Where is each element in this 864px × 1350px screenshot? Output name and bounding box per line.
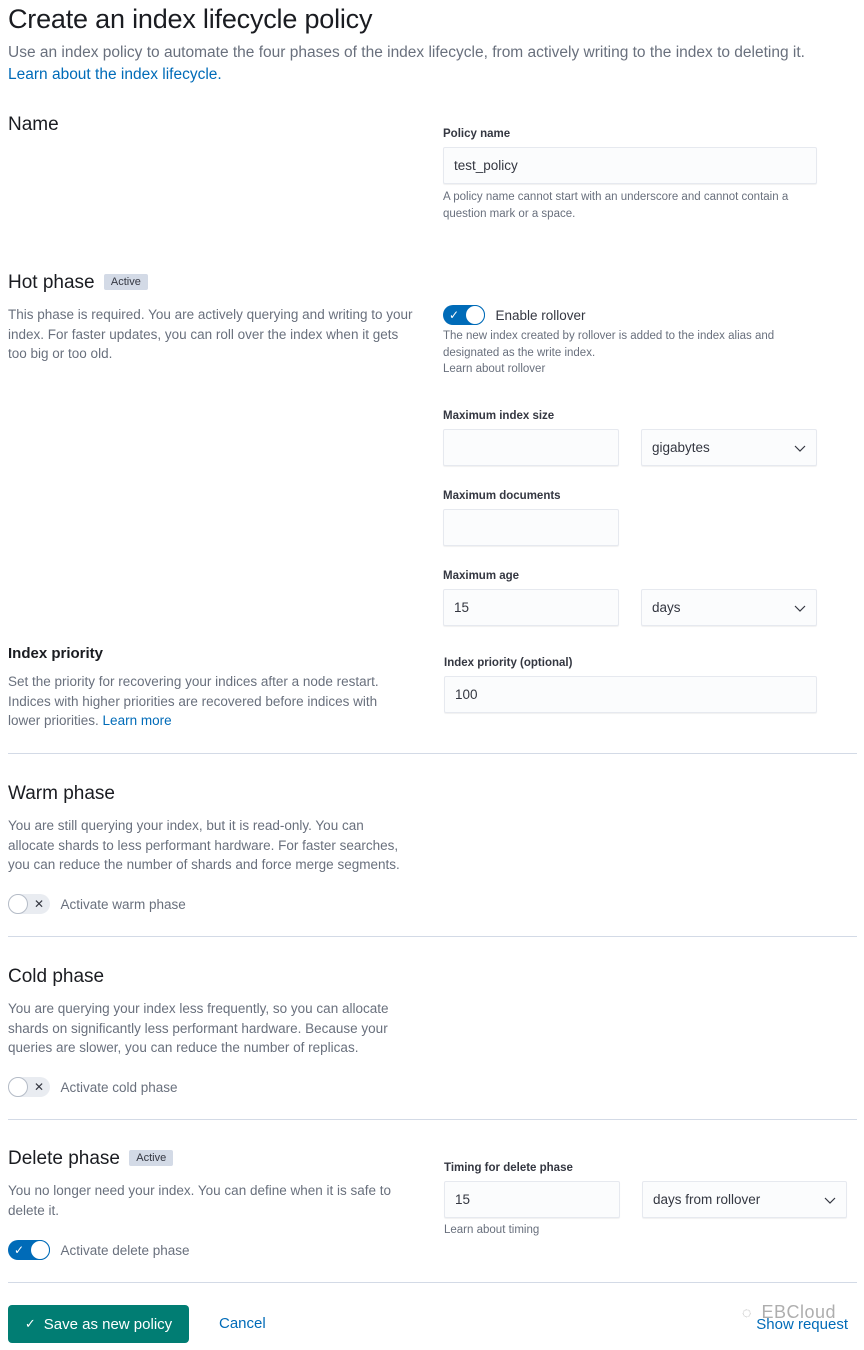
enable-rollover-switch[interactable]: ✓ Enable rollover [443,305,586,325]
delete-timing-label: Timing for delete phase [444,1162,573,1174]
delete-phase-toggle[interactable]: ✓ [8,1240,50,1260]
activate-delete-phase-switch[interactable]: ✓ Activate delete phase [8,1240,190,1260]
toggle-knob [465,305,485,325]
index-priority-input[interactable]: 100 [444,676,817,713]
max-age-unit-value: days [652,600,681,615]
section-divider [8,1282,857,1283]
hot-phase-description: This phase is required. You are actively… [8,307,413,361]
index-priority-title: Index priority [8,645,104,662]
section-divider [8,753,857,754]
activate-warm-phase-switch[interactable]: ✕ Activate warm phase [8,894,186,914]
wechat-icon: ◌ [741,1305,752,1322]
activate-cold-phase-switch[interactable]: ✕ Activate cold phase [8,1077,178,1097]
policy-name-help: A policy name cannot start with an under… [443,191,789,220]
cold-phase-description: You are querying your index less frequen… [8,1001,389,1055]
cross-icon: ✕ [33,1080,44,1094]
delete-timing-unit-select[interactable]: days from rollover [642,1181,847,1218]
max-index-size-unit-value: gigabytes [652,440,710,455]
delete-phase-toggle-label: Activate delete phase [60,1242,190,1258]
page-title: Create an index lifecycle policy [8,4,373,34]
max-age-label: Maximum age [443,570,520,582]
max-index-size-unit-select[interactable]: gigabytes [641,429,817,466]
toggle-knob [8,894,28,914]
toggle-knob [8,1077,28,1097]
max-documents-input[interactable] [443,509,619,546]
delete-phase-description: You no longer need your index. You can d… [8,1183,392,1218]
warm-phase-toggle[interactable]: ✕ [8,894,50,914]
chevron-down-icon [794,445,806,452]
max-age-unit-select[interactable]: days [641,589,817,626]
hot-phase-heading: Hot phase Active [8,272,148,294]
cross-icon: ✕ [33,897,44,911]
rollover-label: Enable rollover [495,307,586,323]
index-priority-description: Set the priority for recovering your ind… [8,672,413,731]
chevron-down-icon [824,1197,836,1204]
warm-phase-title: Warm phase [8,783,115,804]
name-section-title: Name [8,114,59,135]
delete-phase-title: Delete phase [8,1148,120,1169]
index-priority-label: Index priority (optional) [444,657,573,669]
save-as-new-policy-button[interactable]: ✓ Save as new policy [8,1305,189,1343]
chevron-down-icon [794,605,806,612]
learn-timing-link[interactable]: Learn about timing [444,1222,539,1239]
check-icon: ✓ [24,1316,36,1331]
check-icon: ✓ [14,1243,25,1257]
page-description: Use an index policy to automate the four… [8,42,858,86]
section-divider [8,936,857,937]
delete-timing-input[interactable]: 15 [444,1181,620,1218]
delete-phase-heading: Delete phase Active [8,1148,174,1170]
cancel-button[interactable]: Cancel [219,1315,266,1332]
index-priority-description-text: Set the priority for recovering your ind… [8,674,379,728]
learn-lifecycle-link[interactable]: Learn about the index lifecycle. [8,64,858,86]
warm-phase-toggle-label: Activate warm phase [60,896,186,912]
max-index-size-label: Maximum index size [443,410,555,422]
page-description-text: Use an index policy to automate the four… [8,44,805,61]
cold-phase-toggle[interactable]: ✕ [8,1077,50,1097]
delete-timing-unit-value: days from rollover [653,1192,761,1207]
max-age-input[interactable]: 15 [443,589,619,626]
show-request-link[interactable]: Show request [756,1316,848,1333]
max-documents-label: Maximum documents [443,490,561,502]
policy-name-label: Policy name [443,128,511,140]
rollover-help: The new index created by rollover is add… [443,330,775,359]
warm-phase-description: You are still querying your index, but i… [8,818,400,872]
delete-phase-active-badge: Active [129,1150,174,1166]
save-button-label: Save as new policy [43,1315,173,1333]
cold-phase-toggle-label: Activate cold phase [60,1079,178,1095]
toggle-knob [30,1240,50,1260]
learn-rollover-link[interactable]: Learn about rollover [443,361,545,378]
hot-phase-active-badge: Active [103,274,148,290]
index-priority-learn-more-link[interactable]: Learn more [103,713,172,728]
cold-phase-title: Cold phase [8,966,105,987]
max-index-size-input[interactable] [443,429,619,466]
rollover-toggle[interactable]: ✓ [443,305,485,325]
policy-name-input[interactable]: test_policy [443,147,817,184]
check-icon: ✓ [449,308,460,322]
hot-phase-title: Hot phase [8,272,95,293]
section-divider [8,1119,857,1120]
